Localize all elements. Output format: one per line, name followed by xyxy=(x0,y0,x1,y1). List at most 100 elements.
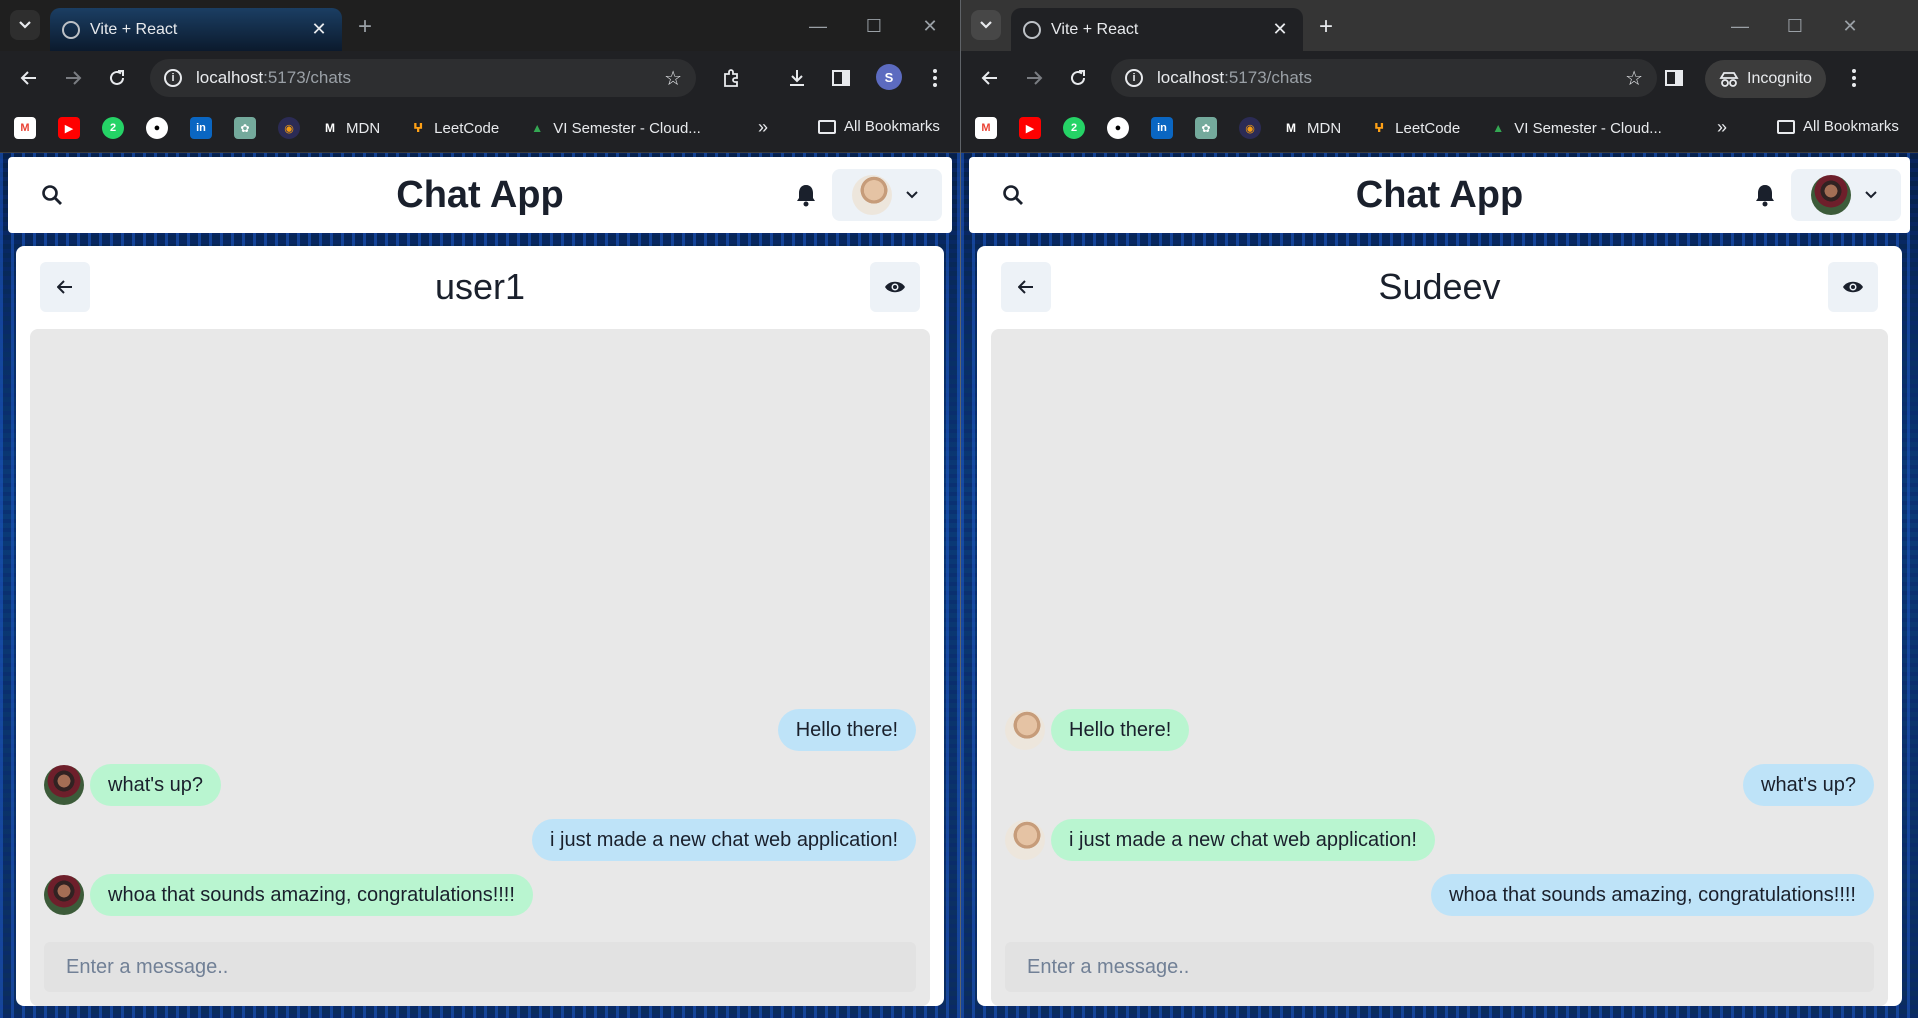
all-bookmarks-button[interactable]: All Bookmarks xyxy=(1777,118,1899,135)
view-profile-button[interactable] xyxy=(1828,262,1878,312)
linkedin-icon[interactable]: in xyxy=(1151,117,1173,139)
back-nav-button[interactable] xyxy=(14,63,44,93)
back-nav-button[interactable] xyxy=(975,63,1005,93)
arrow-right-icon xyxy=(1027,71,1043,85)
close-window-button[interactable]: ✕ xyxy=(916,12,944,40)
side-panel-icon xyxy=(832,70,850,86)
new-tab-button[interactable]: + xyxy=(350,12,380,42)
bookmark-mdn[interactable]: M MDN xyxy=(1283,120,1341,137)
new-tab-button[interactable]: + xyxy=(1311,12,1341,42)
page-content: Chat App Sudeev Hello there! what's up? … xyxy=(961,153,1918,1018)
github-icon[interactable]: ● xyxy=(146,117,168,139)
arrow-left-icon xyxy=(1018,280,1033,294)
browser-window-right: Vite + React ✕ + — ☐ ✕ i localhost:5173/… xyxy=(960,0,1918,1018)
notifications-button[interactable] xyxy=(792,181,820,209)
minimize-button[interactable]: — xyxy=(1726,12,1754,40)
browser-window-left: Vite + React ✕ + — ☐ ✕ i localhost:5173/… xyxy=(0,0,960,1018)
all-bookmarks-button[interactable]: All Bookmarks xyxy=(818,118,940,135)
reload-button[interactable] xyxy=(1063,63,1093,93)
reload-button[interactable] xyxy=(102,63,132,93)
address-bar[interactable]: i localhost:5173/chats ☆ xyxy=(150,59,696,97)
message-bubble-sent: what's up? xyxy=(1743,764,1874,806)
bookmark-vi-semester[interactable]: ▲ VI Semester - Cloud... xyxy=(529,120,701,137)
maximize-button[interactable]: ☐ xyxy=(1781,12,1809,40)
bookmark-vi-semester[interactable]: ▲ VI Semester - Cloud... xyxy=(1490,120,1662,137)
tab-search-button[interactable] xyxy=(971,10,1001,40)
eye-icon xyxy=(1843,281,1863,293)
bookmarks-bar: M ▶ 2 ● in ✿ ◉ M MDN ⵖ LeetCode ▲ VI Semest… xyxy=(0,104,960,153)
bookmark-mdn[interactable]: M MDN xyxy=(322,120,380,137)
bookmark-label: LeetCode xyxy=(434,119,500,137)
close-tab-icon[interactable]: ✕ xyxy=(1269,19,1291,40)
address-bar[interactable]: i localhost:5173/chats ☆ xyxy=(1111,59,1657,97)
close-window-button[interactable]: ✕ xyxy=(1836,12,1864,40)
chat-favicon-icon xyxy=(62,20,80,39)
url-text: localhost:5173/chats xyxy=(1157,68,1625,88)
message-input[interactable] xyxy=(44,942,916,992)
avatar xyxy=(44,765,84,805)
side-panel-button[interactable] xyxy=(1659,63,1689,93)
leetcode-icon: ⵖ xyxy=(1374,121,1385,135)
user-menu-button[interactable] xyxy=(832,169,942,221)
maximize-button[interactable]: ☐ xyxy=(860,12,888,40)
search-button[interactable] xyxy=(38,181,66,209)
view-profile-button[interactable] xyxy=(870,262,920,312)
whatsapp-icon[interactable]: 2 xyxy=(102,117,124,139)
extensions-button[interactable] xyxy=(716,63,746,93)
browser-menu-button[interactable] xyxy=(1839,63,1869,93)
youtube-icon[interactable]: ▶ xyxy=(1019,117,1041,139)
user-menu-button[interactable] xyxy=(1791,169,1901,221)
more-bookmarks-icon[interactable]: » xyxy=(758,117,768,138)
search-icon xyxy=(1003,185,1023,205)
profile-button[interactable]: S xyxy=(876,64,902,90)
arrow-left-icon xyxy=(57,280,72,294)
gmail-icon[interactable]: M xyxy=(975,117,997,139)
notifications-button[interactable] xyxy=(1751,181,1779,209)
linkedin-icon[interactable]: in xyxy=(190,117,212,139)
back-button[interactable] xyxy=(1001,262,1051,312)
message-bubble-sent: whoa that sounds amazing, congratulation… xyxy=(1431,874,1874,916)
codechef-icon[interactable]: ◉ xyxy=(1239,117,1261,139)
whatsapp-icon[interactable]: 2 xyxy=(1063,117,1085,139)
tab-active[interactable]: Vite + React ✕ xyxy=(1011,8,1303,51)
messages-area: Hello there! what's up? i just made a ne… xyxy=(991,329,1888,1006)
forward-nav-button[interactable] xyxy=(58,63,88,93)
chat-box: user1 Hello there! what's up? i just mad… xyxy=(16,246,944,1006)
message-bubble-sent: i just made a new chat web application! xyxy=(532,819,916,861)
github-icon[interactable]: ● xyxy=(1107,117,1129,139)
chatgpt-icon[interactable]: ✿ xyxy=(234,117,256,139)
incognito-indicator[interactable]: Incognito xyxy=(1705,60,1826,98)
kebab-menu-icon xyxy=(1852,69,1856,87)
forward-nav-button[interactable] xyxy=(1019,63,1049,93)
url-text: localhost:5173/chats xyxy=(196,68,664,88)
more-bookmarks-icon[interactable]: » xyxy=(1717,117,1727,138)
leetcode-icon: ⵖ xyxy=(413,121,424,135)
search-button[interactable] xyxy=(999,181,1027,209)
gmail-icon[interactable]: M xyxy=(14,117,36,139)
chevron-down-icon xyxy=(1865,191,1877,199)
eye-icon xyxy=(885,281,905,293)
all-bookmarks-label: All Bookmarks xyxy=(1803,118,1899,135)
side-panel-button[interactable] xyxy=(826,63,856,93)
bookmark-star-icon[interactable]: ☆ xyxy=(664,66,682,91)
back-button[interactable] xyxy=(40,262,90,312)
avatar xyxy=(44,875,84,915)
codechef-icon[interactable]: ◉ xyxy=(278,117,300,139)
minimize-button[interactable]: — xyxy=(804,12,832,40)
site-info-icon[interactable]: i xyxy=(1125,69,1143,87)
bell-icon xyxy=(797,185,815,207)
browser-menu-button[interactable] xyxy=(920,63,950,93)
chevron-down-icon xyxy=(906,191,918,199)
bookmark-leetcode[interactable]: ⵖ LeetCode xyxy=(1371,120,1460,137)
bookmark-star-icon[interactable]: ☆ xyxy=(1625,66,1643,91)
downloads-button[interactable] xyxy=(782,63,812,93)
bookmark-leetcode[interactable]: ⵖ LeetCode xyxy=(410,120,499,137)
avatar xyxy=(852,175,892,215)
youtube-icon[interactable]: ▶ xyxy=(58,117,80,139)
close-tab-icon[interactable]: ✕ xyxy=(308,19,330,40)
message-input[interactable] xyxy=(1005,942,1874,992)
tab-search-button[interactable] xyxy=(10,10,40,40)
chatgpt-icon[interactable]: ✿ xyxy=(1195,117,1217,139)
tab-active[interactable]: Vite + React ✕ xyxy=(50,8,342,51)
site-info-icon[interactable]: i xyxy=(164,69,182,87)
